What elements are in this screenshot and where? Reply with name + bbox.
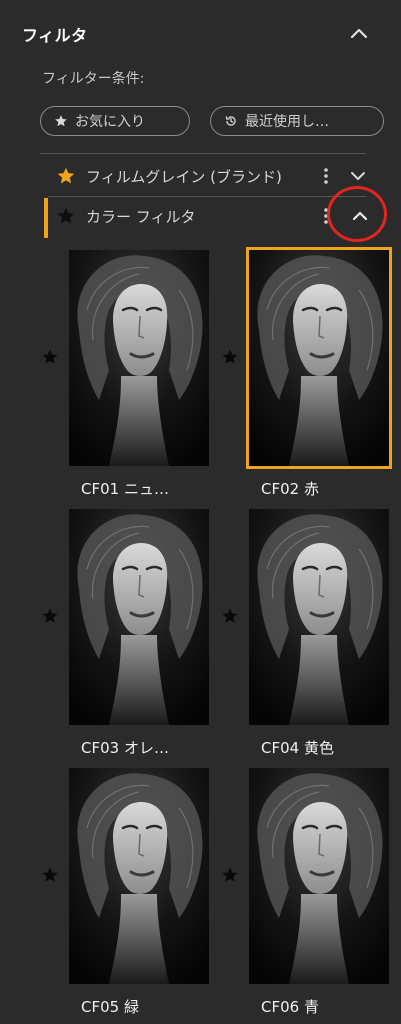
group-label: カラー フィルタ [86, 208, 196, 226]
group-row-film-grain[interactable]: フィルムグレイン (ブランド) [40, 156, 380, 196]
favorite-star-icon[interactable] [41, 866, 59, 884]
panel-title: フィルタ [22, 26, 88, 45]
preset-thumbnail[interactable] [69, 768, 209, 984]
annotation-circle [327, 186, 387, 242]
preset-name: CF03 オレ… [81, 739, 169, 757]
filter-panel: フィルタ フィルター条件: お気に入り 最近使用し… フィルムグレイン (ブラン… [0, 0, 401, 1024]
preset-thumbnail[interactable] [249, 768, 389, 984]
preset-item[interactable]: CF03 オレ… [42, 509, 239, 764]
preset-name: CF04 黄色 [261, 739, 334, 757]
preset-thumbnail[interactable] [69, 509, 209, 725]
favorite-star-icon[interactable] [221, 348, 239, 366]
preset-name: CF06 青 [261, 998, 319, 1016]
favorite-star-icon[interactable] [221, 866, 239, 884]
preset-name: CF02 赤 [261, 480, 319, 498]
preset-item[interactable]: CF02 赤 [222, 247, 401, 505]
chevron-up-icon[interactable] [346, 20, 372, 46]
favorites-chip[interactable]: お気に入り [40, 106, 190, 136]
preset-name: CF05 緑 [81, 998, 139, 1016]
favorite-star-icon[interactable] [56, 166, 76, 186]
recent-chip-label: 最近使用し… [245, 114, 329, 130]
favorites-chip-label: お気に入り [75, 114, 145, 130]
preset-thumbnail[interactable] [69, 250, 209, 466]
favorite-star-icon[interactable] [41, 348, 59, 366]
preset-item[interactable]: CF01 ニュ… [42, 250, 239, 505]
preset-item[interactable]: CF04 黄色 [222, 509, 401, 764]
preset-item[interactable]: CF05 緑 [42, 768, 239, 1023]
favorite-star-icon[interactable] [41, 607, 59, 625]
divider [40, 153, 366, 154]
group-label: フィルムグレイン (ブランド) [86, 168, 282, 186]
favorite-star-icon[interactable] [221, 607, 239, 625]
panel-header[interactable]: フィルタ [0, 0, 401, 66]
more-options-icon[interactable] [321, 166, 331, 186]
favorite-star-icon[interactable] [56, 206, 76, 226]
star-icon [53, 113, 69, 129]
history-icon [223, 113, 239, 129]
recent-chip[interactable]: 最近使用し… [210, 106, 384, 136]
preset-name: CF01 ニュ… [81, 480, 169, 498]
preset-thumbnail[interactable] [246, 247, 392, 469]
filter-conditions-label: フィルター条件: [42, 71, 145, 87]
chevron-down-icon[interactable] [346, 164, 370, 188]
preset-item[interactable]: CF06 青 [222, 768, 401, 1023]
preset-thumbnail[interactable] [249, 509, 389, 725]
